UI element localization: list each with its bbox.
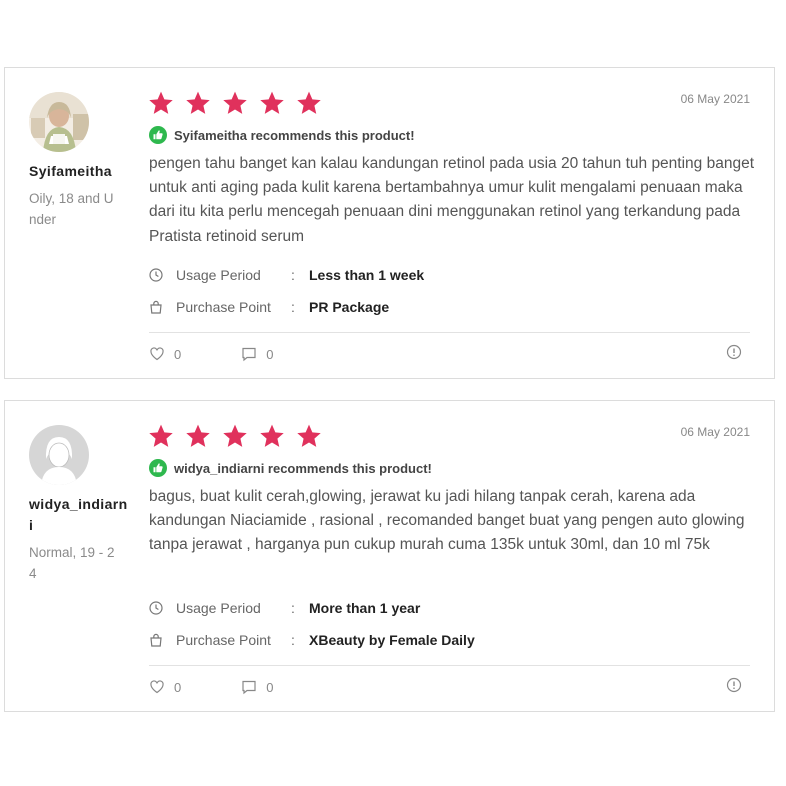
- report-icon[interactable]: [726, 344, 742, 360]
- divider: [149, 665, 750, 666]
- star-icon: [223, 424, 247, 447]
- separator-colon: :: [291, 299, 295, 315]
- rating-stars: [148, 423, 322, 449]
- purchase-point-row: Purchase Point : PR Package: [149, 297, 389, 317]
- purchase-point-value: XBeauty by Female Daily: [309, 632, 475, 648]
- heart-icon[interactable]: [149, 346, 165, 362]
- user-skin-info: Oily, 18 and Under: [29, 191, 114, 227]
- review-actions: 0 0: [149, 677, 333, 697]
- user-skin-info: Normal, 19 - 24: [29, 545, 115, 581]
- usage-period-row: Usage Period : More than 1 year: [149, 598, 420, 618]
- review-actions: 0 0: [149, 344, 333, 364]
- user-avatar[interactable]: [29, 425, 89, 485]
- user-avatar[interactable]: [29, 92, 89, 152]
- comment-icon[interactable]: [241, 346, 257, 362]
- separator-colon: :: [291, 600, 295, 616]
- heart-icon[interactable]: [149, 679, 165, 695]
- star-icon: [260, 91, 284, 114]
- rating-stars: [148, 90, 322, 116]
- review-body: bagus, buat kulit cerah,glowing, jerawat…: [149, 488, 745, 554]
- usage-period-label: Usage Period: [176, 600, 261, 616]
- separator-colon: :: [291, 267, 295, 283]
- recommend-text: widya_indiarni recommends this product!: [174, 460, 432, 476]
- purchase-point-row: Purchase Point : XBeauty by Female Daily: [149, 630, 475, 650]
- purchase-point-label: Purchase Point: [176, 632, 271, 648]
- like-count: 0: [174, 679, 182, 695]
- usage-period-value: More than 1 year: [309, 600, 421, 616]
- comment-icon[interactable]: [241, 679, 257, 695]
- username[interactable]: Syifameitha: [29, 161, 129, 182]
- like-count: 0: [174, 346, 182, 362]
- report-icon[interactable]: [726, 677, 742, 693]
- star-icon: [297, 91, 321, 114]
- purchase-point-value: PR Package: [309, 299, 390, 315]
- shopping-bag-icon: [150, 300, 162, 314]
- clock-icon: [149, 601, 163, 615]
- star-icon: [260, 424, 284, 447]
- usage-period-row: Usage Period : Less than 1 week: [149, 265, 424, 285]
- review-card: Syifameitha Oily, 18 and Under 06 May 20…: [4, 67, 775, 379]
- review-date: 06 May 2021: [680, 92, 750, 106]
- clock-icon: [149, 268, 163, 282]
- star-icon: [149, 91, 173, 114]
- separator-colon: :: [291, 632, 295, 648]
- review-card: widya_indiarni Normal, 19 - 24 06 May 20…: [4, 400, 775, 712]
- star-icon: [186, 91, 210, 114]
- review-date: 06 May 2021: [680, 425, 750, 439]
- comment-count: 0: [266, 346, 274, 362]
- purchase-point-label: Purchase Point: [176, 299, 271, 315]
- star-icon: [149, 424, 173, 447]
- divider: [149, 332, 750, 333]
- thumbs-up-icon: [149, 126, 167, 144]
- star-icon: [223, 91, 247, 114]
- recommend-text: Syifameitha recommends this product!: [174, 127, 415, 143]
- review-body: pengen tahu banget kan kalau kandungan r…: [149, 155, 755, 245]
- usage-period-label: Usage Period: [176, 267, 261, 283]
- recommend-line: Syifameitha recommends this product!: [149, 125, 415, 145]
- comment-count: 0: [266, 679, 274, 695]
- star-icon: [297, 424, 321, 447]
- username[interactable]: widya_indiarni: [29, 494, 129, 536]
- usage-period-value: Less than 1 week: [309, 267, 425, 283]
- recommend-line: widya_indiarni recommends this product!: [149, 458, 432, 478]
- star-icon: [186, 424, 210, 447]
- thumbs-up-icon: [149, 459, 167, 477]
- shopping-bag-icon: [150, 633, 162, 647]
